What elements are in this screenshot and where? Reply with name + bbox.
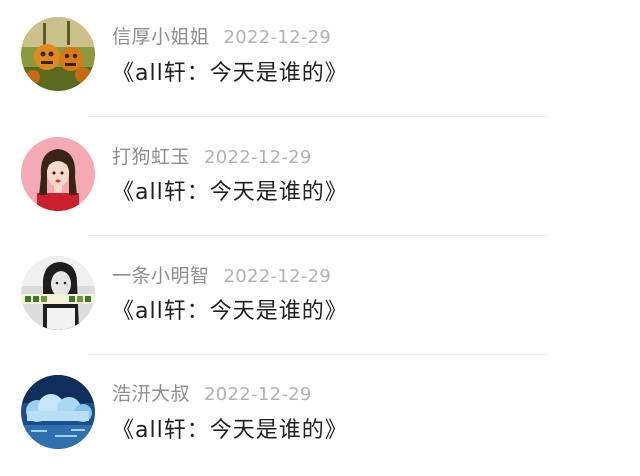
- bw-girl-photo-icon: [21, 256, 95, 330]
- cartoon-girl-icon: [21, 137, 95, 211]
- username[interactable]: 信厚小姐姐: [112, 26, 210, 48]
- username[interactable]: 打狗虹玉: [112, 146, 190, 168]
- comment-meta: 浩汧大叔 2022-12-29: [112, 381, 312, 407]
- avatar[interactable]: [21, 256, 95, 330]
- username[interactable]: 一条小明智: [112, 265, 210, 287]
- comment-text: 《all轩：今天是谁的》: [112, 418, 348, 443]
- avatar[interactable]: [21, 17, 95, 91]
- blue-sky-clouds-icon: [21, 375, 95, 449]
- comment-date: 2022-12-29: [204, 147, 312, 168]
- comment-meta: 一条小明智 2022-12-29: [112, 263, 331, 289]
- comment-date: 2022-12-29: [223, 27, 332, 48]
- comment-date: 2022-12-29: [223, 266, 332, 287]
- avatar[interactable]: [21, 375, 95, 449]
- comment-meta: 打狗虹玉 2022-12-29: [112, 144, 312, 170]
- comment-date: 2022-12-29: [204, 384, 312, 405]
- comment-item[interactable]: 信厚小姐姐 2022-12-29 《all轩：今天是谁的》: [0, 0, 640, 119]
- comment-meta: 信厚小姐姐 2022-12-29: [112, 24, 331, 50]
- pumpkin-lanterns-icon: [21, 17, 95, 91]
- comment-item[interactable]: 浩汧大叔 2022-12-29 《all轩：今天是谁的》: [0, 357, 640, 476]
- divider: [88, 235, 548, 236]
- comment-text: 《all轩：今天是谁的》: [112, 180, 348, 205]
- divider: [88, 354, 548, 355]
- comment-item[interactable]: 一条小明智 2022-12-29 《all轩：今天是谁的》: [0, 238, 640, 357]
- comment-item[interactable]: 打狗虹玉 2022-12-29 《all轩：今天是谁的》: [0, 119, 640, 238]
- avatar[interactable]: [21, 137, 95, 211]
- comment-text: 《all轩：今天是谁的》: [112, 299, 348, 324]
- comment-text: 《all轩：今天是谁的》: [112, 61, 348, 86]
- username[interactable]: 浩汧大叔: [112, 383, 190, 405]
- divider: [88, 116, 548, 117]
- comment-list: 信厚小姐姐 2022-12-29 《all轩：今天是谁的》 打狗虹玉 2022-12…: [0, 0, 640, 473]
